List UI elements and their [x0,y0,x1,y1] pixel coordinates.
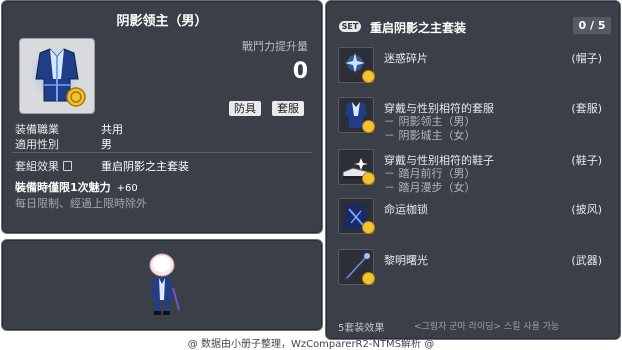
coin-icon [362,272,375,285]
item-icon-box [19,38,95,114]
category-tag-armor: 防具 [229,101,261,116]
set-piece-overall: 穿戴与性别相符的套服 (套服) － 阴影领主（男） － 阴影城主（女） [338,97,610,145]
set-count: 0 / 5 [573,17,611,34]
gender-label: 適用性別 [15,138,59,151]
set-piece-weapon: 黎明曙光 (武器) [338,249,610,285]
power-increase-value: 0 [292,59,308,84]
coin-icon [362,70,375,83]
piece-name: 命运枷锁 [384,203,428,216]
set-piece-shoes: 穿戴与性别相符的鞋子 (鞋子) － 踏月前行（男） － 踏月漫步（女） [338,149,610,197]
item-name: 阴影领主（男） [116,14,208,29]
weapon-icon [338,249,375,285]
set-badge: SET [339,21,361,32]
cape-icon [338,198,375,234]
divider [12,152,312,153]
piece-variant: － 阴影城主（女） [384,129,476,142]
job-row: 装備職業 共用 [15,121,123,137]
piece-slot: (帽子) [571,52,602,65]
coin-icon [362,120,375,133]
category-tag-overall: 套服 [272,101,304,116]
charm-limit-row: 裝備時僅限1次魅力 +60 [15,179,138,195]
set-bonus-value: <그림자 군마 라이딩> 스킬 사용 가능 [414,322,560,332]
set-piece-hat: 迷惑碎片 (帽子) [338,47,610,83]
piece-slot: (披风) [571,203,602,216]
set-effect-label: 套組效果 [15,158,101,174]
set-bonus-label: 5套装效果 [338,323,385,334]
overall-icon [338,97,375,133]
coin-icon [362,172,375,185]
set-effect-row: 套組效果 重启阴影之主套装 [15,158,189,174]
character-preview-panel [1,239,323,331]
set-piece-cape: 命运枷锁 (披风) [338,198,610,234]
gender-value: 男 [101,138,112,151]
shoes-icon [338,149,375,185]
piece-slot: (武器) [571,254,602,267]
lock-icon [63,161,72,171]
charm-bonus: +60 [116,183,138,194]
job-value: 共用 [101,123,123,136]
daily-limit-note: 每日限制、經過上限時除外 [15,197,147,210]
set-effect-value: 重启阴影之主套装 [101,160,189,173]
gender-row: 適用性別 男 [15,136,112,152]
footer-credit: @ 数据由小册子整理，WzComparerR2-NTMS解析 @ [187,339,435,350]
job-label: 装備職業 [15,123,59,136]
set-title: 重启阴影之主套装 [370,21,467,35]
piece-variant: － 踏月漫步（女） [384,181,476,194]
charm-limit-text: 裝備時僅限1次魅力 [15,181,111,194]
character-avatar [149,253,180,315]
power-increase-label: 戰鬥力提升量 [242,40,308,53]
hat-icon [338,47,375,83]
piece-name: 迷惑碎片 [384,52,428,65]
item-tooltip-panel: 阴影领主（男） 戰鬥力提升量 0 防具 套服 装備職業 共用 適用性別男 套組效… [1,0,323,234]
set-info-panel: SET 重启阴影之主套装 0 / 5 迷惑碎片 (帽子) 穿戴与性别相符的套服 … [325,0,621,340]
piece-name: 黎明曙光 [384,254,428,267]
piece-slot: (套服) [571,102,602,115]
overall-armor-icon [29,47,86,107]
coin-icon [362,221,375,234]
piece-slot: (鞋子) [571,154,602,167]
